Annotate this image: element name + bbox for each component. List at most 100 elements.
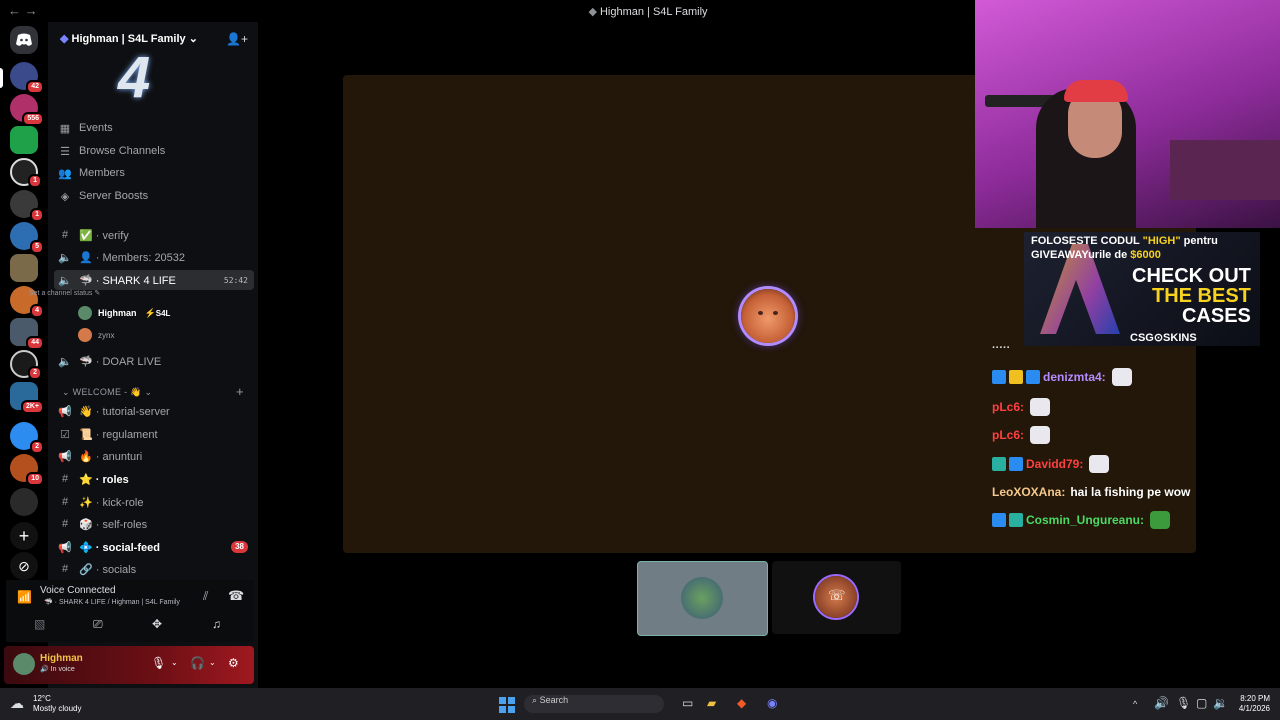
server-icon[interactable] — [10, 488, 38, 516]
discover-icon[interactable]: ⊘ — [10, 552, 38, 580]
members-link[interactable]: 👥 Members — [54, 163, 254, 183]
microphone-icon[interactable]: 🎙 — [151, 656, 166, 670]
user-name[interactable]: Highman — [40, 653, 83, 664]
hash-icon: # — [61, 229, 69, 241]
channel-verify[interactable]: # ✅ · verify — [54, 225, 254, 245]
mic-tray-icon[interactable]: 🎙 — [1176, 696, 1191, 710]
server-icon[interactable]: 1 — [10, 190, 44, 222]
chat-line: LeoXOXAna: hai la fishing pe wow — [992, 485, 1191, 499]
channel-shark-4-life[interactable]: 🔈 🦈 · SHARK 4 LIFE 52:42 — [54, 270, 254, 290]
channel-doar-live[interactable]: 🔈 🦈 · DOAR LIVE — [54, 351, 254, 371]
server-icon[interactable]: 2 — [10, 422, 44, 454]
ad-headline: FOLOSESTE CODUL "HIGH" pentru GIVEAWAYuri… — [1031, 235, 1218, 261]
participant-tile[interactable] — [637, 561, 768, 636]
channel-status-prompt[interactable]: Set a channel status ✎ — [29, 289, 100, 297]
category-welcome[interactable]: ⌄ WELCOME - 👋 ⌄ — [62, 387, 152, 398]
phone-icon: ☏ — [828, 587, 846, 603]
speaker-icon: 🔈 — [58, 274, 72, 287]
browse-channels-link[interactable]: ☰ Browse Channels — [54, 141, 254, 161]
channel-regulament[interactable]: ☑ 📜 · regulament — [54, 424, 254, 444]
noise-suppression-icon[interactable]: ⫽ — [203, 589, 208, 604]
channel-socials[interactable]: # 🔗 · socials — [54, 559, 254, 579]
rules-icon: ☑ — [60, 428, 70, 441]
hash-icon: # — [61, 563, 69, 575]
chat-line: Davidd79: — [992, 455, 1110, 473]
gear-icon[interactable]: ⚙ — [228, 656, 239, 670]
channel-tutorial-server[interactable]: 📢 👋 · tutorial-server — [54, 401, 254, 421]
voice-connected-subtitle[interactable]: 🦈 · SHARK 4 LIFE / Highman | S4L Family — [44, 598, 180, 606]
weather-widget[interactable]: 12°C Mostly cloudy — [33, 694, 81, 714]
hash-icon: # — [61, 496, 69, 508]
voice-user-zynx[interactable]: zynx — [78, 326, 114, 344]
network-icon[interactable]: ▢ — [1196, 696, 1207, 710]
taskbar-search[interactable]: ⌕ Search — [524, 695, 664, 713]
avatar — [681, 577, 723, 619]
speaker-icon: 🔈 — [58, 251, 72, 264]
task-view-icon[interactable]: ▭ — [682, 696, 693, 710]
camera-off-icon[interactable]: ▧ — [34, 617, 45, 631]
server-icon[interactable]: 5 — [10, 222, 44, 254]
chevron-up-icon[interactable]: ^ — [1133, 699, 1137, 709]
participant-tile[interactable]: ☏ — [772, 561, 901, 634]
server-icon[interactable]: 556 — [10, 94, 44, 126]
server-logo: 4 — [118, 45, 151, 110]
activities-icon[interactable]: ✥ — [152, 617, 162, 631]
headphones-icon[interactable]: 🎧 — [190, 656, 205, 670]
server-icon[interactable] — [10, 254, 38, 282]
center-avatar[interactable] — [741, 289, 795, 343]
add-channel-icon[interactable]: + — [236, 384, 244, 399]
disconnect-icon[interactable]: ☎ — [228, 588, 244, 604]
server-icon[interactable]: 2K+ — [10, 382, 44, 414]
voice-user-highman[interactable]: Highman ⚡ S4L — [78, 304, 170, 322]
channel-roles[interactable]: # ⭐ · roles — [54, 469, 254, 489]
server-icon[interactable]: 44 — [10, 318, 44, 350]
channel-social-feed[interactable]: 📢 💠 · social-feed 38 — [54, 537, 254, 557]
hash-icon: # — [61, 473, 69, 485]
invite-icon[interactable]: 👤+ — [226, 32, 248, 46]
windows-start-icon[interactable] — [499, 697, 515, 713]
voice-timer: 52:42 — [223, 275, 248, 285]
speaker-icon[interactable]: 🔉 — [1213, 696, 1228, 710]
avatar — [78, 306, 92, 320]
brave-browser-icon[interactable]: ◆ — [737, 696, 746, 710]
server-icon[interactable]: 2 — [10, 350, 42, 380]
chevron-down-icon[interactable]: ⌄ — [209, 658, 216, 667]
chevron-down-icon[interactable]: ⌄ — [171, 658, 178, 667]
volume-tray-icon[interactable]: 🔊 — [1154, 696, 1169, 710]
soundboard-icon[interactable]: ♫ — [212, 617, 221, 631]
signal-icon[interactable]: 📶 — [17, 590, 32, 604]
file-explorer-icon[interactable]: ▰ — [707, 696, 716, 710]
discord-taskbar-icon[interactable]: ◉ — [767, 696, 777, 710]
speaker-icon: 🔈 — [58, 355, 72, 368]
avatar — [78, 328, 92, 342]
calendar-icon: ▦ — [59, 122, 71, 135]
server-banner: ◆ Highman | S4L Family ⌄ 👤+ 4 — [48, 22, 258, 122]
ad-brand: CSG⊙SKINS — [1130, 332, 1197, 344]
chat-line: Cosmin_Ungureanu: — [992, 511, 1171, 529]
chat-line: pLc6: — [992, 398, 1051, 416]
voice-connected-title[interactable]: Voice Connected — [40, 585, 116, 596]
chat-cutoff: ····· — [992, 346, 1011, 354]
server-icon[interactable]: 10 — [10, 454, 44, 486]
members-icon: 👥 — [58, 167, 72, 180]
channel-members-count[interactable]: 🔈 👤 · Members: 20532 — [54, 247, 254, 267]
server-icon[interactable]: 1 — [10, 158, 42, 188]
channel-self-roles[interactable]: # 🎲 · self-roles — [54, 514, 254, 534]
channel-anunturi[interactable]: 📢 🔥 · anunturi — [54, 446, 254, 466]
boost-icon: ◈ — [60, 190, 70, 203]
events-link[interactable]: ▦ Events — [54, 118, 254, 138]
hash-icon: # — [61, 518, 69, 530]
server-boosts-link[interactable]: ◈ Server Boosts — [54, 186, 254, 206]
screen-share-icon[interactable]: ⎚ — [93, 617, 103, 632]
unread-badge: 38 — [231, 541, 248, 553]
avatar[interactable] — [13, 653, 35, 675]
weather-icon[interactable]: ☁ — [10, 695, 24, 712]
announcement-icon: 📢 — [58, 405, 72, 418]
server-icon[interactable]: 42 — [10, 62, 44, 94]
discord-home-icon[interactable] — [10, 26, 38, 54]
channel-kick-role[interactable]: # ✨ · kick-role — [54, 492, 254, 512]
clock[interactable]: 8:20 PM 4/1/2026 — [1232, 694, 1270, 714]
couch — [1170, 140, 1280, 200]
server-icon[interactable] — [10, 126, 38, 154]
add-server-icon[interactable]: + — [10, 522, 38, 550]
